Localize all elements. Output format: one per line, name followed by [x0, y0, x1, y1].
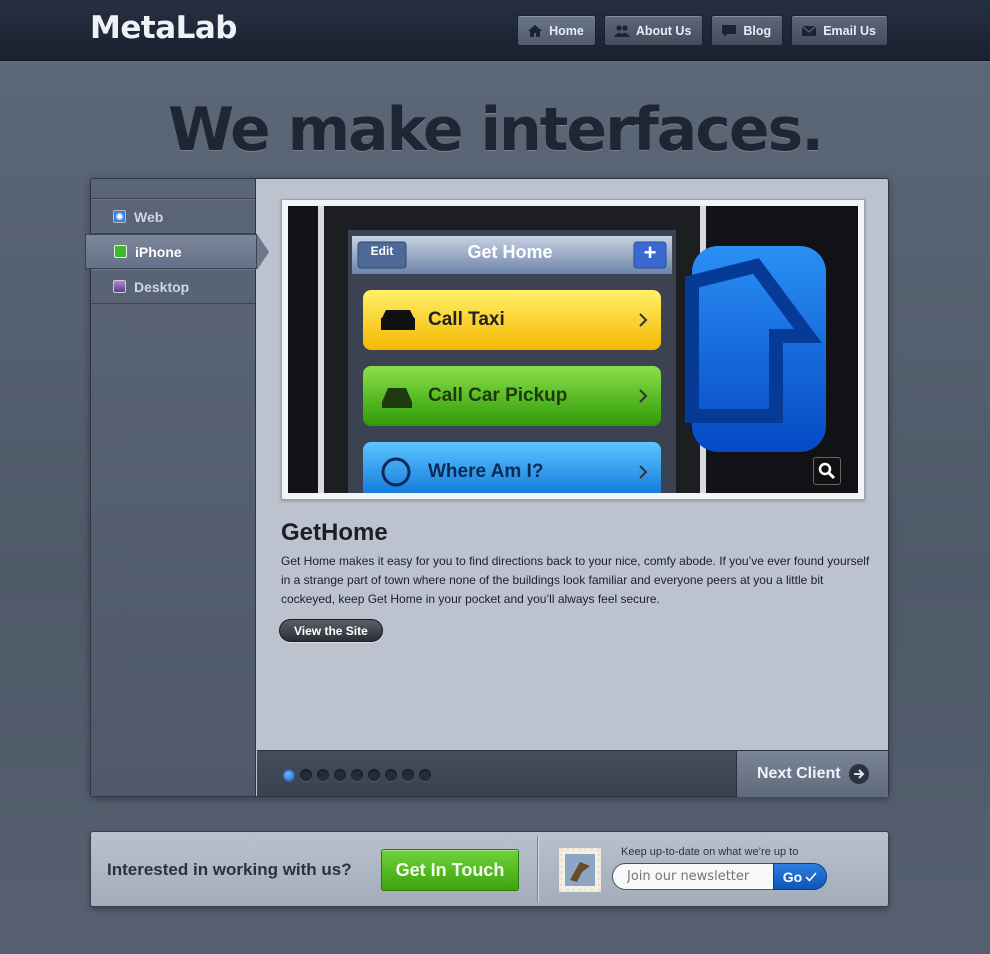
pager-bar: Next Client [257, 750, 888, 797]
desktop-icon [113, 280, 126, 293]
nav-about-button[interactable]: About Us [603, 15, 704, 46]
taxi-icon [381, 310, 415, 330]
app-row-label: Where Am I? [428, 461, 544, 482]
view-site-button[interactable]: View the Site [279, 619, 383, 642]
app-nav-title: Get Home [467, 242, 553, 262]
screenshot-frame[interactable]: Edit Get Home + Call Taxi Call Car Picku… [281, 199, 865, 500]
main-nav: Home About Us Blog Email Us [517, 15, 888, 46]
go-label: Go [782, 868, 803, 885]
pager-dot[interactable] [402, 769, 414, 781]
nav-email-label: Email Us [823, 23, 876, 38]
nav-home-button[interactable]: Home [517, 15, 596, 46]
sidebar-item-desktop[interactable]: Desktop [91, 269, 255, 304]
newsletter-go-button[interactable]: Go [773, 863, 827, 890]
portfolio-panel: Web iPhone Desktop Edit Get Home + Call … [85, 178, 889, 797]
people-icon [613, 24, 630, 37]
app-screenshot: Edit Get Home + Call Taxi Call Car Picku… [288, 206, 858, 493]
next-client-label: Next Client [757, 765, 841, 782]
stamp-icon [559, 848, 601, 892]
nav-blog-button[interactable]: Blog [711, 15, 784, 46]
showcase-content: Edit Get Home + Call Taxi Call Car Picku… [257, 179, 888, 750]
sidebar-item-label: iPhone [135, 243, 182, 260]
pager-dot[interactable] [419, 769, 431, 781]
sidebar-item-iphone[interactable]: iPhone [85, 234, 269, 270]
sidebar-item-label: Web [134, 208, 164, 225]
pager-dot[interactable] [368, 769, 380, 781]
next-client-button[interactable]: Next Client [736, 751, 888, 797]
chat-bubble-icon [722, 24, 737, 37]
contact-prompt: Interested in working with us? [107, 860, 352, 879]
pager-dot[interactable] [317, 769, 329, 781]
category-sidebar: Web iPhone Desktop [85, 179, 269, 796]
site-logo[interactable]: MetaLab [90, 10, 237, 46]
project-description: Get Home makes it easy for you to find d… [281, 554, 870, 606]
sidebar-header [91, 179, 255, 199]
sidebar-item-web[interactable]: Web [91, 199, 255, 234]
hero-title: We make interfaces. [167, 95, 824, 165]
pager-dot[interactable] [334, 769, 346, 781]
home-icon [528, 24, 543, 37]
checkmark-icon [805, 871, 817, 882]
nav-blog-label: Blog [743, 23, 772, 38]
pager-dot[interactable] [300, 769, 312, 781]
pager-dots [283, 769, 431, 781]
app-edit-button: Edit [370, 244, 394, 258]
pager-dot[interactable] [351, 769, 363, 781]
top-bar: MetaLab Home About Us Blog Email Us [0, 0, 990, 61]
envelope-icon [801, 25, 817, 36]
app-add-button: + [643, 240, 657, 265]
pager-dot[interactable] [385, 769, 397, 781]
app-row-label: Call Car Pickup [428, 385, 568, 406]
magnifier-icon [818, 462, 836, 480]
sidebar-item-label: Desktop [134, 278, 190, 295]
project-title: GetHome [281, 519, 388, 546]
nav-home-label: Home [549, 23, 584, 38]
zoom-button[interactable] [813, 457, 841, 485]
contact-bar: Interested in working with us? Get In To… [90, 831, 889, 907]
nav-about-label: About Us [635, 23, 692, 38]
arrow-right-icon [848, 764, 869, 784]
divider [537, 836, 539, 902]
nav-email-button[interactable]: Email Us [791, 15, 888, 46]
get-in-touch-button[interactable]: Get In Touch [381, 849, 519, 891]
newsletter-input[interactable] [612, 863, 774, 890]
pager-dot[interactable] [283, 769, 295, 781]
phone-icon [114, 245, 127, 258]
newsletter-caption: Keep up-to-date on what we’re up to [621, 846, 799, 858]
safari-icon [113, 210, 126, 223]
app-row-label: Call Taxi [428, 309, 505, 330]
